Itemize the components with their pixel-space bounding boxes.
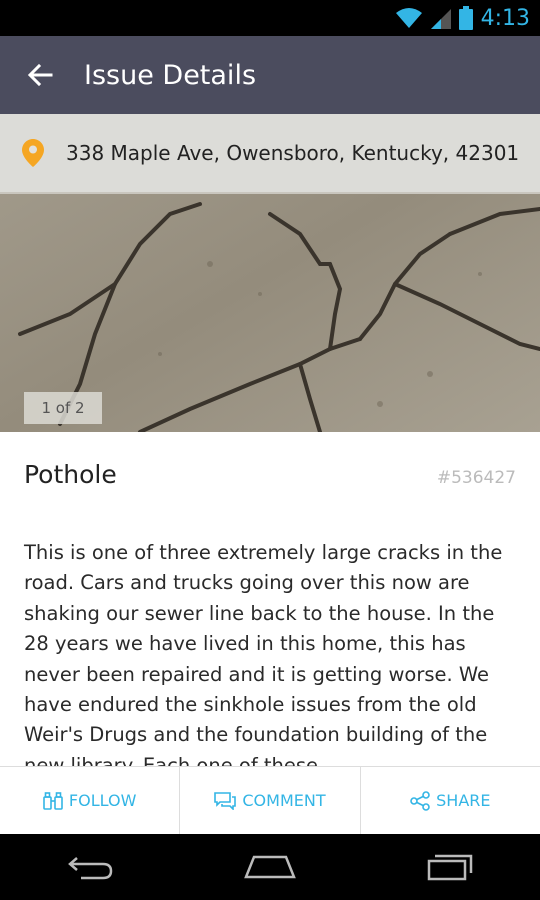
binoculars-icon [43,791,63,810]
back-button[interactable] [0,36,80,114]
issue-details: Pothole #536427 This is one of three ext… [0,432,540,766]
signal-icon [430,9,451,29]
nav-back-icon [68,857,113,880]
issue-description: This is one of three extremely large cra… [24,541,503,766]
follow-button[interactable]: FOLLOW [0,767,181,834]
nav-recents-icon [427,854,473,881]
comment-label: COMMENT [242,791,326,810]
comment-button[interactable]: COMMENT [180,767,361,834]
comment-icon [214,791,237,810]
status-bar: 4:13 [0,0,540,36]
status-icons: 4:13 [395,0,530,36]
issue-id: #536427 [436,468,516,488]
status-time: 4:13 [480,5,530,31]
arrow-back-icon [27,63,53,87]
issue-title: Pothole [24,460,117,489]
action-bar: FOLLOW COMMENT SHARE [0,766,540,834]
app-bar: Issue Details [0,36,540,114]
nav-home-button[interactable] [220,834,320,900]
page-title: Issue Details [84,59,257,91]
location-pin-icon [0,139,66,167]
issue-address: 338 Maple Ave, Owensboro, Kentucky, 4230… [66,141,520,165]
share-icon [410,790,430,811]
battery-icon [458,6,473,30]
share-button[interactable]: SHARE [361,767,540,834]
system-nav-bar [0,834,540,900]
follow-label: FOLLOW [68,791,137,810]
nav-recents-button[interactable] [400,834,500,900]
issue-photo[interactable]: 338 Maple Ave, Owensboro, Kentucky, 4230… [0,114,540,432]
share-label: SHARE [436,791,491,810]
wifi-icon [395,8,422,28]
photo-counter: 1 of 2 [24,392,102,424]
nav-home-icon [244,855,296,879]
address-bar[interactable]: 338 Maple Ave, Owensboro, Kentucky, 4230… [0,114,540,192]
nav-back-button[interactable] [40,834,140,900]
